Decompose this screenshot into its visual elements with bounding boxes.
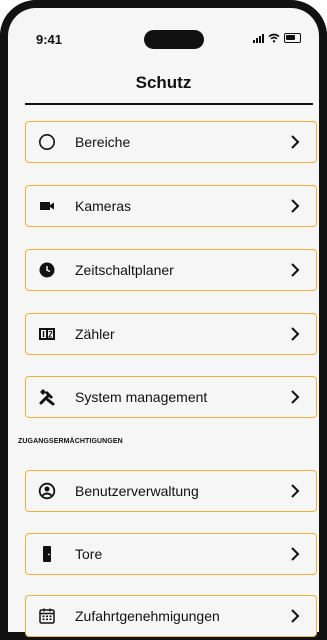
phone-frame: 9:41 Schutz Bereiche Kameras Zeitschaltp… [0,0,327,640]
camera-icon [40,202,54,210]
menu-item-zaehler[interactable]: Zähler [25,313,317,355]
user-circle-icon [38,482,56,500]
status-bar: 9:41 [8,8,319,56]
chevron-right-icon [291,199,300,213]
menu-item-label: Zähler [75,326,115,342]
tools-icon [39,389,55,406]
calendar-icon [39,608,55,624]
menu-item-system-management[interactable]: System management [25,376,317,418]
wifi-icon [268,33,280,43]
menu-item-label: Bereiche [75,134,131,150]
chevron-right-icon [291,390,300,404]
status-time: 9:41 [36,32,63,47]
chevron-right-icon [291,547,300,561]
menu-item-bereiche[interactable]: Bereiche [25,121,317,163]
menu-item-label: System management [75,389,208,405]
menu-item-zufahrtgenehmigungen[interactable]: Zufahrtgenehmigungen [25,595,317,637]
status-icons [253,33,301,43]
menu-item-zeitschaltplaner[interactable]: Zeitschaltplaner [25,249,317,291]
phone-bezel-right [319,0,327,640]
chevron-right-icon [291,135,300,149]
menu-item-tore[interactable]: Tore [25,533,317,575]
door-icon [43,546,51,562]
chevron-right-icon [291,609,300,623]
dynamic-island [144,30,204,49]
section-header-zugang: ZUGANGSERMÄCHTIGUNGEN [18,438,123,445]
clock-icon [39,262,55,278]
phone-bezel-left [0,0,8,640]
menu-item-label: Benutzerverwaltung [75,483,199,499]
chevron-right-icon [291,484,300,498]
menu-item-label: Tore [75,546,103,562]
header-divider [25,103,313,105]
page-title: Schutz [135,73,192,92]
menu-item-label: Kameras [75,198,132,214]
circle-outline-icon [39,134,55,150]
menu-item-benutzerverwaltung[interactable]: Benutzerverwaltung [25,470,317,512]
chevron-right-icon [291,327,300,341]
menu-item-kameras[interactable]: Kameras [25,185,317,227]
counter-icon [39,328,55,340]
menu-item-label: Zufahrtgenehmigungen [75,608,220,624]
menu-item-label: Zeitschaltplaner [75,262,174,278]
battery-icon [284,33,301,43]
signal-icon [253,33,264,43]
chevron-right-icon [291,263,300,277]
